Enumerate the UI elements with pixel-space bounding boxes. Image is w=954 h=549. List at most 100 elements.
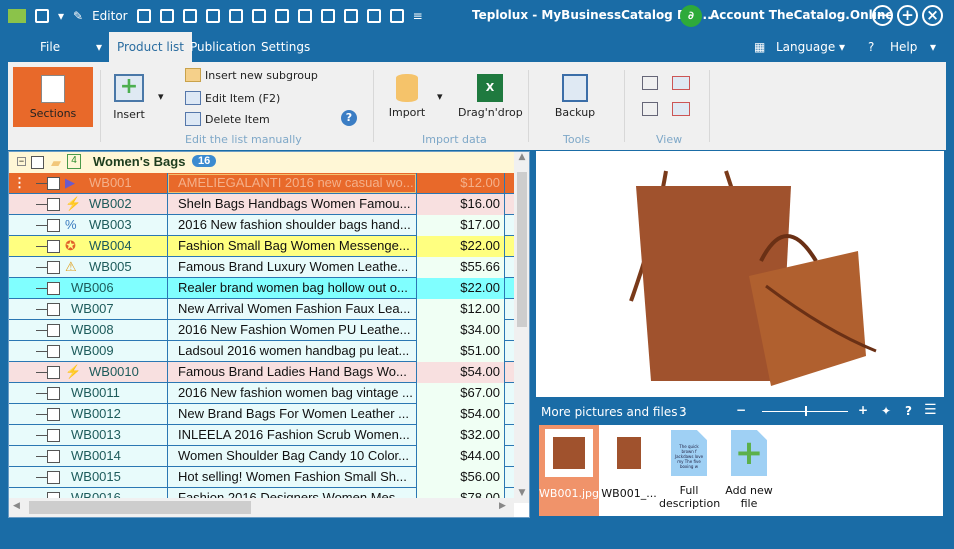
- row-checkbox[interactable]: [47, 324, 60, 337]
- row-checkbox[interactable]: [47, 408, 60, 421]
- image-icon[interactable]: [205, 9, 220, 23]
- customize-icon[interactable]: ≡: [413, 9, 423, 23]
- row-price[interactable]: $54.00: [417, 362, 505, 383]
- table-row[interactable]: WB0011 2016 New fashion women bag vintage…: [9, 383, 514, 404]
- maximize-button[interactable]: +: [897, 5, 918, 26]
- row-checkbox[interactable]: [47, 450, 60, 463]
- row-checkbox[interactable]: [47, 261, 60, 274]
- import-button[interactable]: Import: [386, 74, 428, 119]
- row-checkbox[interactable]: [47, 366, 60, 379]
- editor-button[interactable]: Editor: [92, 9, 128, 23]
- delete-item-button[interactable]: Delete Item: [185, 112, 270, 126]
- file-item[interactable]: The quick brown f Jackdaws love my The f…: [659, 425, 720, 516]
- backup-button[interactable]: Backup: [553, 74, 597, 119]
- zoom-slider-thumb[interactable]: [805, 406, 807, 416]
- file-dropdown-icon[interactable]: ▾: [88, 32, 110, 62]
- tab-product-list[interactable]: Product list: [109, 32, 193, 62]
- zoom-in-button[interactable]: +: [858, 403, 868, 417]
- row-price[interactable]: $55.66: [417, 257, 505, 278]
- row-description[interactable]: Women Shoulder Bag Candy 10 Color...: [167, 446, 417, 467]
- row-checkbox[interactable]: [47, 177, 60, 190]
- file-item[interactable]: WB001.jpg: [539, 425, 599, 516]
- pdf-icon[interactable]: [182, 9, 197, 23]
- account-link[interactable]: Account TheCatalog.Online: [710, 8, 894, 22]
- row-checkbox[interactable]: [47, 219, 60, 232]
- zoom-out-button[interactable]: −: [736, 403, 746, 417]
- row-checkbox[interactable]: [47, 303, 60, 316]
- insert-button[interactable]: + Insert: [108, 70, 150, 121]
- row-description[interactable]: Famous Brand Ladies Hand Bags Wo...: [167, 362, 417, 383]
- add-file-button[interactable]: + Add new file: [719, 425, 779, 516]
- tab-publication[interactable]: Publication: [182, 32, 264, 62]
- drag-handle-icon[interactable]: ⋮: [13, 175, 26, 191]
- row-price[interactable]: $54.00: [417, 404, 505, 425]
- monitor-icon[interactable]: [228, 9, 243, 23]
- row-checkbox[interactable]: [47, 240, 60, 253]
- row-description[interactable]: Realer brand women bag hollow out o...: [167, 278, 417, 299]
- dropdown-icon[interactable]: ▾: [58, 9, 64, 23]
- table-row[interactable]: WB0012 New Brand Bags For Women Leather .…: [9, 404, 514, 425]
- file-item[interactable]: WB001_...: [599, 425, 659, 516]
- shopping-bag-icon[interactable]: [274, 9, 289, 23]
- save-icon[interactable]: [35, 9, 49, 23]
- edit-item-button[interactable]: Edit Item (F2): [185, 91, 280, 105]
- row-checkbox[interactable]: [47, 471, 60, 484]
- row-description[interactable]: New Arrival Women Fashion Faux Lea...: [167, 299, 417, 320]
- new-page-icon[interactable]: [366, 9, 381, 23]
- import-dropdown-icon[interactable]: ▾: [437, 90, 443, 103]
- insert-subgroup-button[interactable]: Insert new subgroup: [185, 68, 318, 82]
- table-row[interactable]: WB006 Realer brand women bag hollow out o…: [9, 278, 514, 299]
- row-price[interactable]: $22.00: [417, 236, 505, 257]
- help-icon[interactable]: ?: [860, 32, 882, 62]
- editor-icon[interactable]: ✎: [73, 9, 83, 23]
- menu-icon[interactable]: ☰: [924, 402, 937, 418]
- row-price[interactable]: $56.00: [417, 467, 505, 488]
- row-description[interactable]: New Brand Bags For Women Leather ...: [167, 404, 417, 425]
- row-price[interactable]: $44.00: [417, 446, 505, 467]
- row-checkbox[interactable]: [47, 282, 60, 295]
- row-checkbox[interactable]: [47, 387, 60, 400]
- row-checkbox[interactable]: [47, 345, 60, 358]
- expand-all-icon[interactable]: [642, 76, 658, 90]
- row-description[interactable]: Famous Brand Luxury Women Leathe...: [167, 257, 417, 278]
- group-row[interactable]: − ▰ 4 Women's Bags 16: [9, 152, 514, 173]
- row-checkbox[interactable]: [47, 198, 60, 211]
- language-menu[interactable]: Language ▾: [768, 32, 853, 62]
- row-price[interactable]: $12.00: [417, 173, 505, 194]
- table-row[interactable]: WB007 New Arrival Women Fashion Faux Lea.…: [9, 299, 514, 320]
- table-row[interactable]: WB0013 INLEELA 2016 Fashion Scrub Women..…: [9, 425, 514, 446]
- row-description[interactable]: 2016 New fashion shoulder bags hand...: [167, 215, 417, 236]
- help-button[interactable]: Help: [882, 32, 925, 62]
- vertical-scrollbar[interactable]: ▲ ▼: [514, 152, 529, 503]
- tab-settings[interactable]: Settings: [253, 32, 318, 62]
- hscroll-thumb[interactable]: [29, 501, 251, 514]
- insert-dropdown-icon[interactable]: ▾: [158, 90, 164, 103]
- row-description[interactable]: Ladsoul 2016 women handbag pu leat...: [167, 341, 417, 362]
- p-document-icon[interactable]: [297, 9, 312, 23]
- row-price[interactable]: $12.00: [417, 299, 505, 320]
- sections-button[interactable]: Sections: [13, 67, 93, 127]
- collapse-icon[interactable]: −: [17, 157, 26, 166]
- row-description[interactable]: 2016 New fashion women bag vintage ...: [167, 383, 417, 404]
- close-button[interactable]: ×: [922, 5, 943, 26]
- table-row[interactable]: ✪ WB004 Fashion Small Bag Women Messenge..…: [9, 236, 514, 257]
- android-icon[interactable]: [320, 9, 335, 23]
- table-row[interactable]: ⚠ WB005 Famous Brand Luxury Women Leathe..…: [9, 257, 514, 278]
- document-icon[interactable]: [136, 9, 151, 23]
- print-icon[interactable]: [159, 9, 174, 23]
- row-description[interactable]: AMELIEGALANTI 2016 new casual wo...: [167, 173, 417, 194]
- row-description[interactable]: Hot selling! Women Fashion Small Sh...: [167, 467, 417, 488]
- row-price[interactable]: $51.00: [417, 341, 505, 362]
- tab-file[interactable]: File: [32, 32, 68, 62]
- upload-icon[interactable]: [389, 9, 404, 23]
- row-price[interactable]: $22.00: [417, 278, 505, 299]
- row-price[interactable]: $16.00: [417, 194, 505, 215]
- table-row[interactable]: ⚡ WB002 Sheln Bags Handbags Women Famou...…: [9, 194, 514, 215]
- scroll-left-icon[interactable]: ◀: [13, 501, 20, 511]
- zoom-slider[interactable]: [762, 406, 848, 416]
- collapse-list-icon[interactable]: [672, 102, 690, 116]
- account-logo-icon[interactable]: ∂: [680, 5, 702, 27]
- row-checkbox[interactable]: [47, 429, 60, 442]
- minimize-button[interactable]: −: [872, 5, 893, 26]
- help-dropdown-icon[interactable]: ▾: [922, 32, 944, 62]
